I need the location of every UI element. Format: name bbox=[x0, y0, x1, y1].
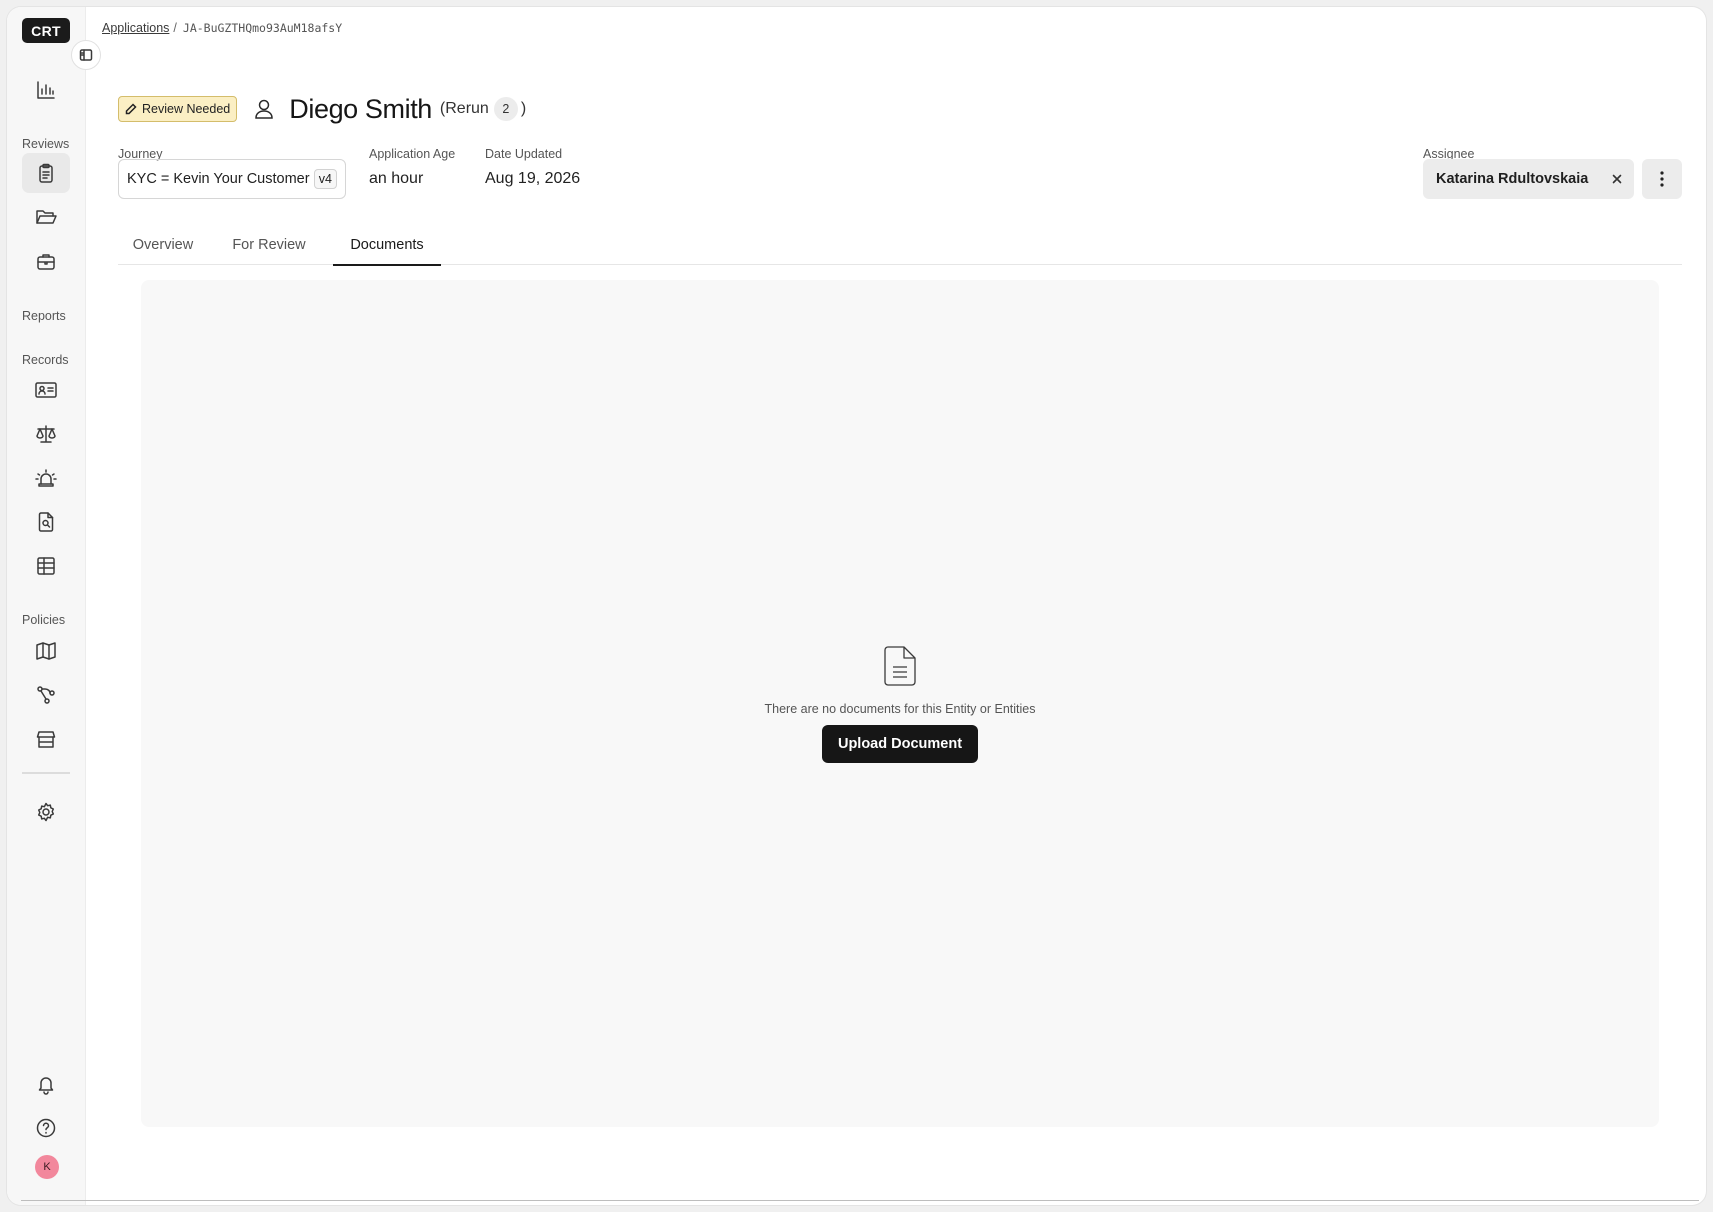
rerun-indicator: (Rerun 2 ) bbox=[440, 97, 526, 121]
avatar[interactable]: K bbox=[35, 1155, 59, 1179]
tab-overview[interactable]: Overview bbox=[118, 225, 208, 265]
pencil-icon bbox=[125, 103, 137, 115]
folder-open-icon[interactable] bbox=[22, 197, 70, 237]
section-label-records: Records bbox=[22, 353, 69, 367]
siren-icon[interactable] bbox=[22, 458, 70, 498]
journey-value: KYC = Kevin Your Customer bbox=[127, 171, 310, 187]
gear-icon[interactable] bbox=[22, 792, 70, 832]
dashboard-icon[interactable] bbox=[22, 70, 70, 110]
status-badge-label: Review Needed bbox=[142, 102, 231, 116]
document-icon bbox=[883, 645, 917, 692]
close-icon[interactable] bbox=[1612, 174, 1622, 184]
sidebar-divider bbox=[22, 772, 70, 774]
section-label-policies: Policies bbox=[22, 613, 66, 627]
breadcrumb: Applications / JA-BuGZTHQmo93AuM18afsY bbox=[102, 21, 342, 35]
breadcrumb-separator: / bbox=[173, 21, 177, 35]
scales-icon[interactable] bbox=[22, 414, 70, 454]
rerun-count-badge: 2 bbox=[493, 97, 518, 121]
date-updated-label: Date Updated bbox=[485, 147, 563, 161]
empty-state: There are no documents for this Entity o… bbox=[141, 645, 1659, 763]
file-search-icon[interactable] bbox=[22, 502, 70, 542]
application-age-value: an hour bbox=[369, 170, 424, 187]
more-options-button[interactable] bbox=[1642, 159, 1682, 199]
sidebar-toggle-icon[interactable] bbox=[71, 40, 101, 70]
assignee-chip[interactable]: Katarina Rdultovskaia bbox=[1423, 159, 1634, 199]
tab-documents[interactable]: Documents bbox=[333, 225, 441, 266]
logo[interactable]: CRT bbox=[22, 18, 70, 43]
tab-bar: Overview For Review Documents bbox=[118, 225, 1682, 266]
assignee-name: Katarina Rdultovskaia bbox=[1436, 171, 1589, 187]
breadcrumb-application-id: JA-BuGZTHQmo93AuM18afsY bbox=[182, 21, 343, 35]
briefcase-icon[interactable] bbox=[22, 241, 70, 281]
status-badge: Review Needed bbox=[118, 96, 238, 122]
empty-state-message: There are no documents for this Entity o… bbox=[764, 702, 1036, 716]
bottom-divider bbox=[21, 1200, 1699, 1201]
journey-version-badge: v4 bbox=[313, 169, 337, 189]
store-icon[interactable] bbox=[22, 719, 70, 759]
breadcrumb-applications-link[interactable]: Applications bbox=[102, 21, 169, 35]
section-label-reviews: Reviews bbox=[22, 137, 70, 151]
person-icon bbox=[253, 97, 275, 121]
date-updated-value: Aug 19, 2026 bbox=[485, 170, 581, 187]
tab-for-review[interactable]: For Review bbox=[218, 225, 320, 265]
rerun-close: ) bbox=[520, 100, 527, 117]
sidebar: CRT Reviews Reports Records Policies K bbox=[7, 7, 86, 1205]
help-icon[interactable] bbox=[22, 1108, 70, 1148]
bell-icon[interactable] bbox=[22, 1064, 70, 1104]
map-icon[interactable] bbox=[22, 631, 70, 671]
documents-panel: There are no documents for this Entity o… bbox=[141, 280, 1659, 1127]
application-age-label: Application Age bbox=[369, 147, 456, 161]
rerun-label: (Rerun bbox=[439, 100, 489, 117]
workflow-icon[interactable] bbox=[22, 675, 70, 715]
id-card-icon[interactable] bbox=[22, 370, 70, 410]
app-window: CRT Reviews Reports Records Policies K A… bbox=[7, 7, 1706, 1205]
page-header: Review Needed Diego Smith (Rerun 2 ) bbox=[118, 89, 526, 129]
more-vertical-icon bbox=[1660, 171, 1664, 187]
upload-document-button[interactable]: Upload Document bbox=[821, 725, 979, 763]
journey-field[interactable]: KYC = Kevin Your Customer v4 bbox=[118, 159, 346, 199]
clipboard-icon[interactable] bbox=[22, 153, 70, 193]
table-icon[interactable] bbox=[22, 546, 70, 586]
section-label-reports[interactable]: Reports bbox=[22, 309, 66, 323]
page-title: Diego Smith bbox=[289, 93, 432, 124]
